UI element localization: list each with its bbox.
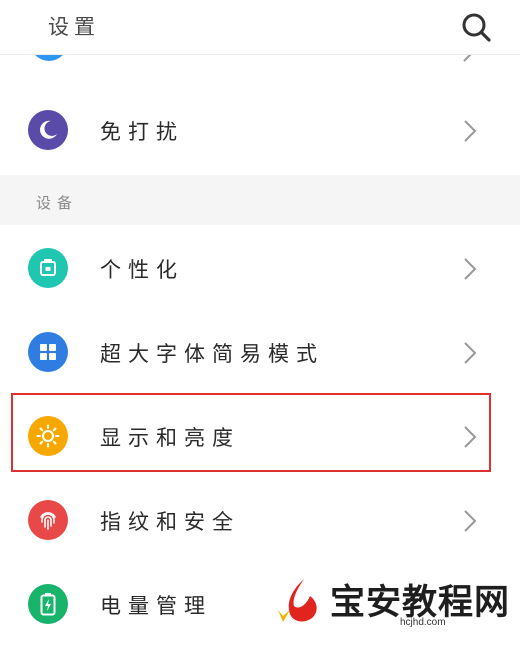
settings-row-label: 个性化	[100, 258, 184, 282]
settings-row-large-font-simple-mode[interactable]: 超大字体简易模式	[0, 311, 520, 395]
moon-icon	[28, 110, 68, 150]
settings-row-do-not-disturb[interactable]: 免打扰	[0, 89, 520, 173]
settings-row-label: 指纹和安全	[100, 510, 240, 534]
partial-row-icon	[30, 55, 68, 61]
partial-settings-row[interactable]	[0, 55, 520, 75]
chevron-right-icon	[464, 258, 477, 280]
settings-row-personalization[interactable]: 个性化	[0, 227, 520, 311]
chevron-right-icon	[464, 510, 477, 532]
grid-icon	[28, 332, 68, 372]
personalization-icon	[28, 248, 68, 288]
search-icon	[462, 13, 491, 42]
fingerprint-icon	[28, 500, 68, 540]
app-header: 设置	[0, 0, 520, 55]
battery-icon	[28, 584, 68, 624]
chevron-right-icon	[464, 342, 477, 364]
chevron-right-icon	[463, 55, 472, 62]
highlight-annotation-box	[11, 393, 491, 472]
settings-row-fingerprint-security[interactable]: 指纹和安全	[0, 479, 520, 563]
search-button[interactable]	[458, 9, 494, 45]
page-title: 设置	[48, 15, 100, 39]
settings-row-label: 电量管理	[100, 594, 212, 618]
chevron-right-icon	[464, 120, 477, 142]
watermark-logo-icon	[278, 579, 317, 622]
watermark: 宝安教程网 hcjhd.com	[268, 574, 518, 634]
watermark-domain: hcjhd.com	[400, 617, 446, 628]
settings-row-label: 免打扰	[100, 120, 184, 144]
settings-row-label: 超大字体简易模式	[100, 342, 324, 366]
section-label-device: 设备	[36, 194, 79, 212]
